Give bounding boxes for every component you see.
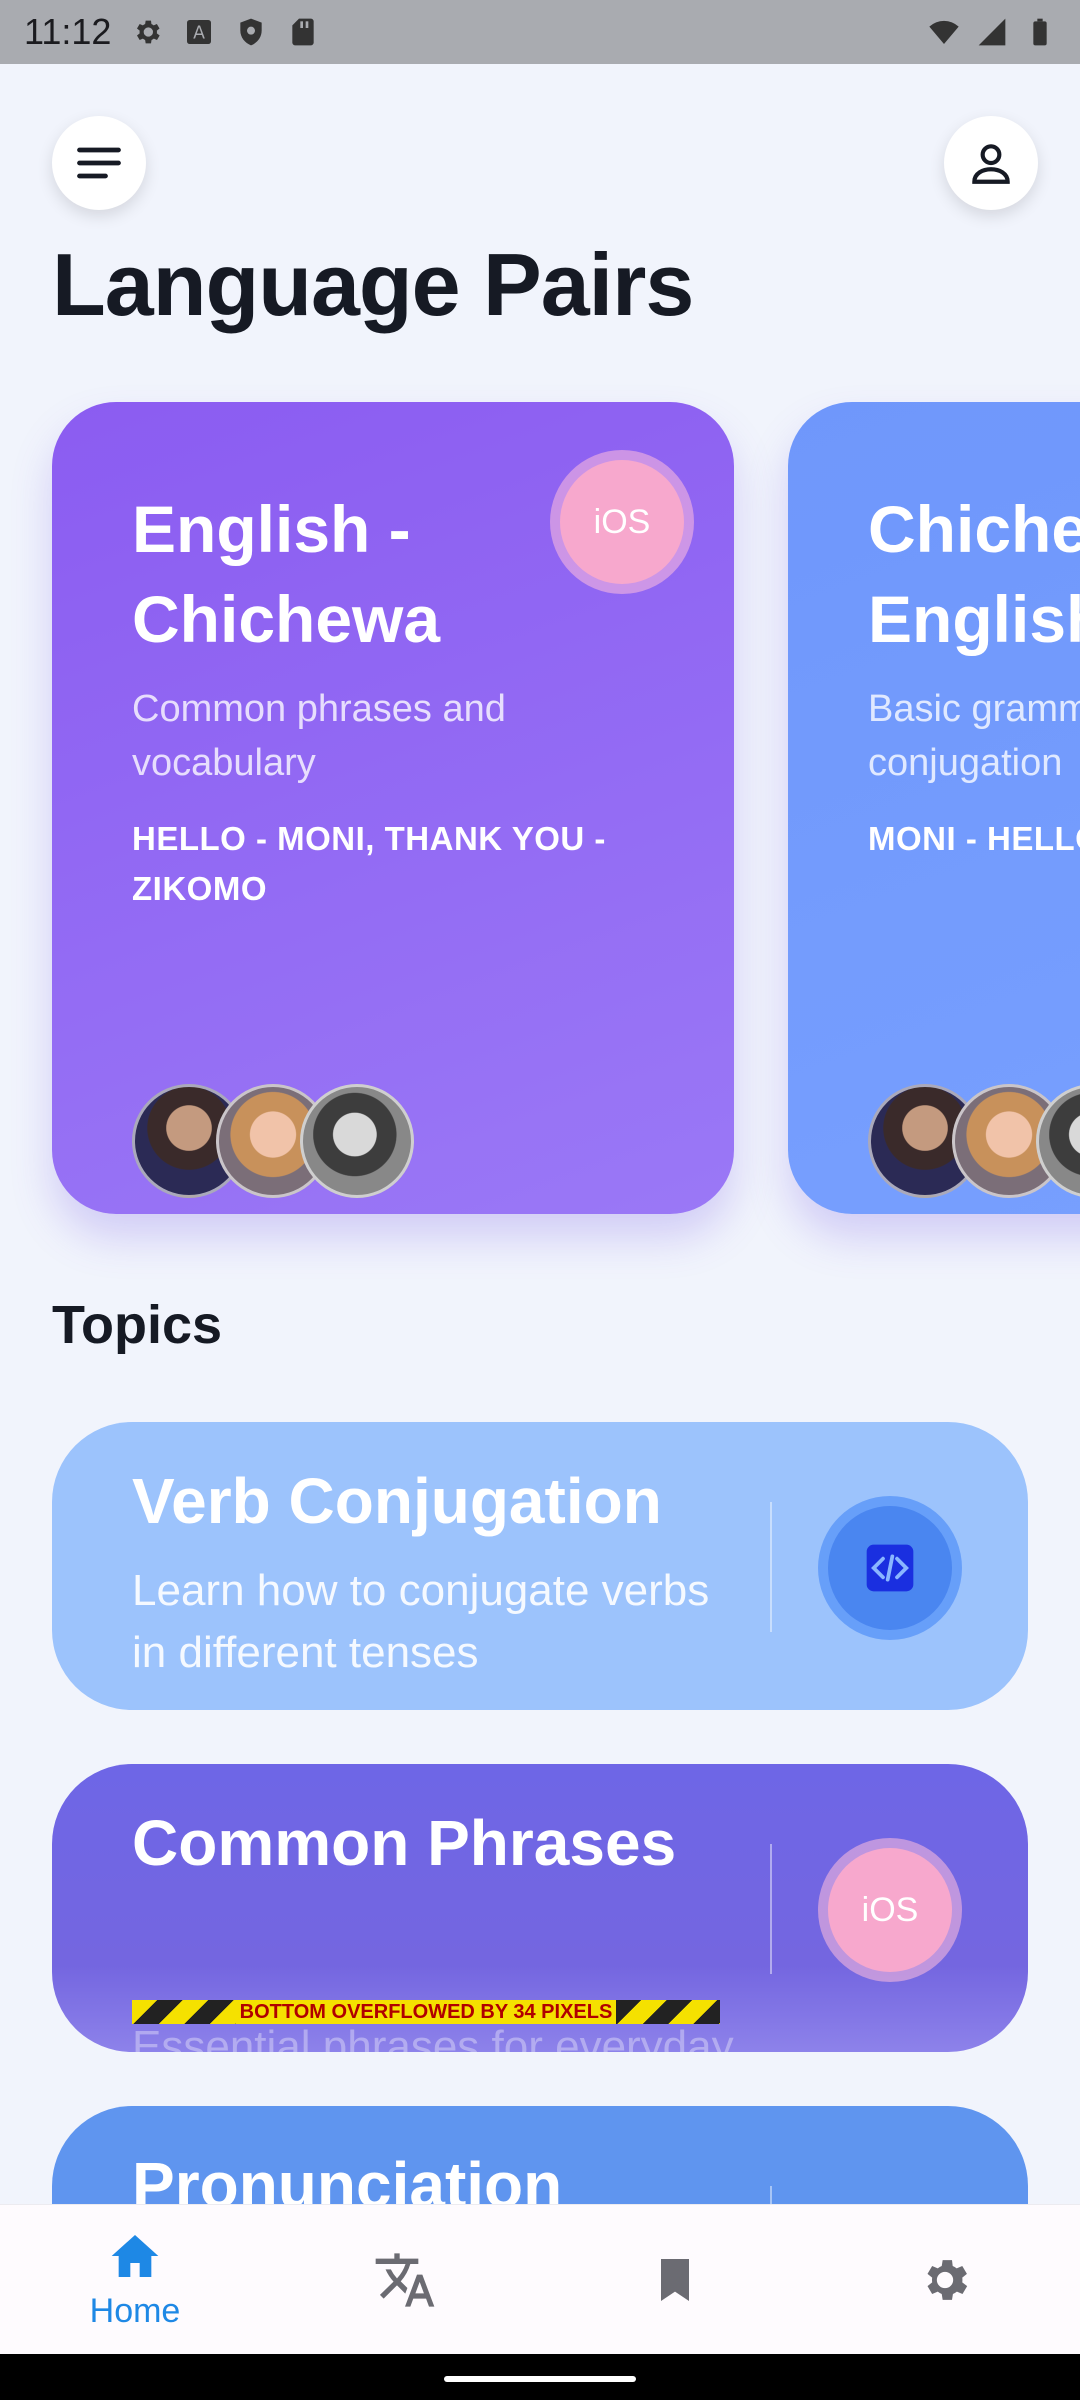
language-pair-card[interactable]: English - Chichewa iOS Common phrases an…	[52, 402, 734, 1214]
pair-title: English - Chichewa	[132, 492, 441, 656]
hamburger-menu-icon	[77, 147, 121, 179]
avatar-group	[868, 1084, 1080, 1198]
nav-bookmarks[interactable]	[575, 2252, 775, 2308]
overflow-warning: BOTTOM OVERFLOWED BY 34 PIXELS	[132, 2000, 720, 2024]
topic-title: Common Phrases	[132, 1807, 677, 1879]
ios-badge-label: iOS	[861, 1890, 919, 1929]
page-title: Language Pairs	[52, 235, 694, 334]
home-gesture-pill[interactable]	[444, 2376, 636, 2382]
settings-gear-icon	[927, 2259, 968, 2300]
nav-translate[interactable]	[305, 2248, 505, 2312]
person-icon	[972, 144, 1010, 184]
pair-description: Common phrases and vocabulary	[132, 688, 506, 784]
topic-card-pronunciation[interactable]: Pronunciation	[52, 2106, 1028, 2204]
wifi-icon	[929, 20, 959, 44]
nav-home-label: Home	[89, 2292, 181, 2330]
sd-card-icon	[292, 18, 315, 46]
status-time: 11:12	[24, 11, 112, 52]
topic-description: Learn how to conjugate verbs in differen…	[132, 1566, 710, 1677]
nav-settings[interactable]	[845, 2252, 1045, 2308]
topics-heading: Topics	[52, 1295, 223, 1355]
svg-text:A: A	[193, 24, 205, 44]
topic-divider	[770, 1502, 772, 1632]
menu-button[interactable]	[52, 116, 146, 210]
nav-home[interactable]: Home	[35, 2228, 235, 2331]
signal-icon	[978, 18, 1006, 46]
ios-badge-label: iOS	[593, 502, 651, 541]
pair-example: HELLO - MONI, THANK YOU - ZIKOMO	[132, 820, 606, 907]
profile-button[interactable]	[944, 116, 1038, 210]
ios-badge: iOS	[828, 1848, 952, 1972]
gear-icon	[137, 20, 161, 44]
battery-icon	[1033, 18, 1047, 46]
topic-divider	[770, 2186, 772, 2204]
ios-badge: iOS	[560, 460, 684, 584]
code-icon	[866, 1544, 914, 1592]
topic-card-common-phrases[interactable]: Common Phrases Essential phrases for eve…	[52, 1764, 1028, 2052]
bookmark-icon	[661, 2258, 689, 2301]
avatar	[300, 1084, 414, 1198]
pair-example: MONI - HELLO, THANK YOU	[868, 820, 1080, 857]
avatar-group	[132, 1084, 414, 1198]
bottom-navigation: Home	[0, 2204, 1080, 2354]
pair-description: Basic grammar and conjugation	[868, 688, 1080, 784]
topic-title: Pronunciation	[132, 2149, 563, 2204]
gesture-navigation-bar	[0, 2354, 1080, 2400]
topic-divider	[770, 1844, 772, 1974]
overflow-warning-text: BOTTOM OVERFLOWED BY 34 PIXELS	[235, 2000, 617, 2024]
app-content: Language Pairs English - Chichewa iOS Co…	[0, 64, 1080, 2204]
translate-icon	[375, 2252, 435, 2307]
pair-title: Chichewa - English	[868, 492, 1080, 656]
keyboard-a-icon: A	[187, 20, 212, 44]
home-icon	[111, 2235, 159, 2277]
language-pair-card[interactable]: Chichewa - English Basic grammar and con…	[788, 402, 1080, 1214]
shield-icon	[240, 18, 263, 46]
topic-card-verb-conjugation[interactable]: Verb Conjugation Learn how to conjugate …	[52, 1422, 1028, 1710]
code-badge	[828, 1506, 952, 1630]
status-bar: 11:12 A	[0, 0, 1080, 64]
topic-title: Verb Conjugation	[132, 1465, 662, 1537]
